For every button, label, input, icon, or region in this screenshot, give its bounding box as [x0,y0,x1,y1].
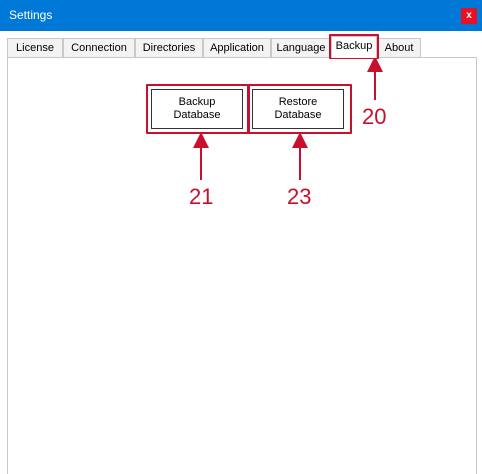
settings-window: Settings x License Connection Directorie… [0,0,482,474]
backup-button-line1: Backup [178,96,216,108]
restore-button-line1: Restore [278,96,318,108]
tab-backup[interactable]: Backup [331,36,377,58]
tab-directories[interactable]: Directories [135,38,203,57]
backup-database-button[interactable]: Backup Database [151,89,243,129]
tab-about[interactable]: About [377,38,421,57]
tab-language[interactable]: Language [271,38,331,57]
tab-license[interactable]: License [7,38,63,57]
callout-23: 23 [287,184,312,209]
restore-button-line2: Database [274,109,322,121]
backup-button-line2: Database [173,109,221,121]
close-button[interactable]: x [461,8,477,24]
tab-connection[interactable]: Connection [63,38,135,57]
callout-21: 21 [189,184,214,209]
callout-20: 20 [362,104,387,129]
title-bar[interactable]: Settings x [0,0,482,31]
tab-application[interactable]: Application [203,38,271,57]
restore-database-button[interactable]: Restore Database [252,89,344,129]
window-title: Settings [9,8,53,22]
